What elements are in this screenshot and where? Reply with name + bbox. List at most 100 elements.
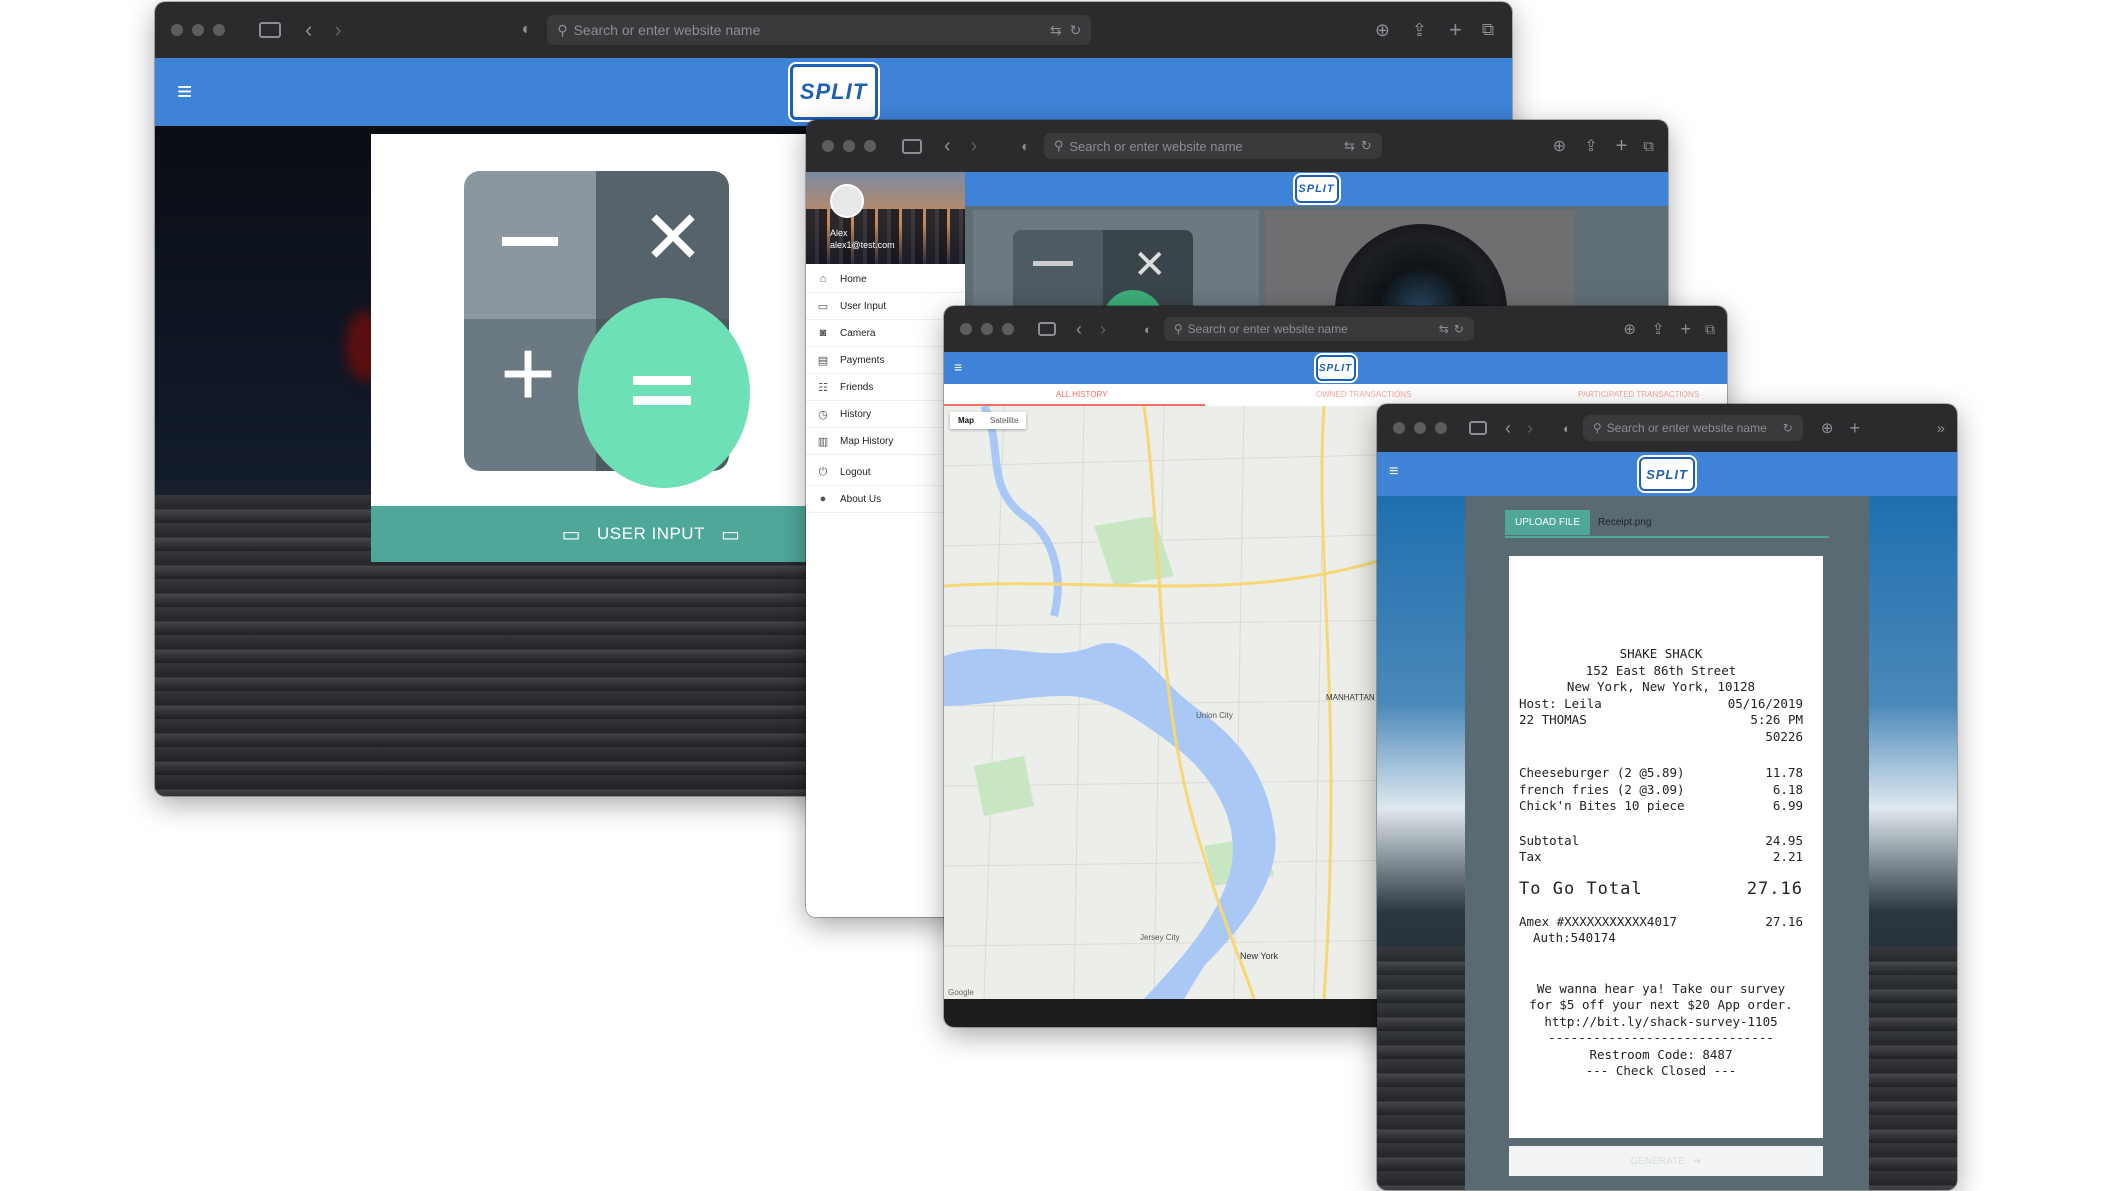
nav-item-label: Friends xyxy=(840,381,874,393)
tabs-overview-icon[interactable]: ⧉ xyxy=(1482,20,1494,40)
receipt-line: 50226 xyxy=(1519,729,1803,746)
receipt-line-value: 5:26 PM xyxy=(1750,712,1803,727)
split-logo[interactable]: SPLIT xyxy=(789,64,878,120)
receipt-line: New York, New York, 10128 xyxy=(1566,679,1756,694)
translate-icon[interactable]: ⇆ xyxy=(1439,322,1449,336)
back-icon[interactable]: ‹ xyxy=(1076,319,1082,340)
url-bar[interactable]: ⚲ Search or enter website name ↻ xyxy=(1582,415,1803,441)
power-icon: ⏻ xyxy=(818,465,828,478)
forward-icon[interactable]: › xyxy=(334,17,341,43)
receipt-line: SHAKE SHACK xyxy=(1619,646,1703,661)
receipt-tax-value: 2.21 xyxy=(1772,849,1803,864)
file-name: Receipt.png xyxy=(1598,516,1652,528)
nav-item-label: Payments xyxy=(840,354,885,366)
browser-toolbar: ‹ › ◐ ⚲ Search or enter website name ⇆ ↻… xyxy=(944,306,1727,352)
nav-item-history[interactable]: ◷ History xyxy=(806,401,965,428)
upload-panel: UPLOAD FILE Receipt.png SHAKE SHACK 152 E… xyxy=(1465,496,1869,1190)
nav-item-user-input[interactable]: ▭ User Input xyxy=(806,293,965,320)
generate-button[interactable]: GENERATE ➜ xyxy=(1509,1146,1823,1176)
nav-item-map-history[interactable]: ▥ Map History xyxy=(806,428,965,455)
url-placeholder: Search or enter website name xyxy=(573,22,761,38)
reload-icon[interactable]: ↻ xyxy=(1454,322,1464,336)
sidebar-icon[interactable] xyxy=(902,138,922,154)
download-icon[interactable]: ⊕ xyxy=(1821,419,1834,437)
nav-item-logout[interactable]: ⏻ Logout xyxy=(806,459,965,486)
reload-icon[interactable]: ↻ xyxy=(1783,421,1793,435)
shield-icon[interactable]: ◐ xyxy=(1563,421,1571,436)
tab-all-history[interactable]: ALL HISTORY xyxy=(1056,390,1107,399)
map-label-jersey-city: Jersey City xyxy=(1140,933,1180,942)
url-bar[interactable]: ⚲ Search or enter website name ⇆ ↻ xyxy=(547,15,1092,45)
nav-item-payments[interactable]: ▤ Payments xyxy=(806,347,965,374)
split-logo[interactable]: SPLIT xyxy=(1315,355,1356,381)
avatar[interactable] xyxy=(830,184,864,218)
browser-toolbar: ‹ › ◐ ⚲ Search or enter website name ⇆ ↻… xyxy=(806,120,1668,172)
receipt-line: Cheeseburger (2 @5.89) 11.78 xyxy=(1519,765,1803,782)
download-icon[interactable]: ⊕ xyxy=(1623,320,1636,338)
hamburger-menu-icon[interactable]: ≡ xyxy=(177,76,192,107)
window-controls[interactable] xyxy=(822,140,876,152)
back-icon[interactable]: ‹ xyxy=(305,17,312,43)
sidebar-icon[interactable] xyxy=(1469,421,1487,435)
tabs-overview-icon[interactable]: ⧉ xyxy=(1705,321,1715,338)
nav-item-about-us[interactable]: ● About Us xyxy=(806,486,965,513)
new-tab-icon[interactable]: + xyxy=(1449,17,1462,43)
reload-icon[interactable]: ↻ xyxy=(1070,22,1082,39)
shield-icon[interactable]: ◐ xyxy=(1021,138,1029,154)
receipt-line-label: Chick'n Bites 10 piece xyxy=(1519,798,1685,813)
receipt-line: Restroom Code: 8487 xyxy=(1589,1046,1733,1062)
google-attribution: Google xyxy=(948,988,974,997)
arrow-icon: ➜ xyxy=(1692,1155,1702,1167)
receipt-line-value: 6.99 xyxy=(1772,798,1803,813)
translate-icon[interactable]: ⇆ xyxy=(1050,22,1062,39)
shield-icon[interactable]: ◐ xyxy=(1144,322,1152,337)
tab-owned-transactions[interactable]: OWNED TRANSACTIONS xyxy=(1316,390,1411,399)
nav-item-home[interactable]: ⌂ Home xyxy=(806,266,965,293)
back-icon[interactable]: ‹ xyxy=(1505,418,1511,439)
url-bar[interactable]: ⚲ Search or enter website name ⇆ ↻ xyxy=(1163,317,1474,341)
tabs-overview-icon[interactable]: ⧉ xyxy=(1643,138,1654,155)
share-icon[interactable]: ⇪ xyxy=(1652,320,1665,338)
split-logo[interactable]: SPLIT xyxy=(1294,175,1339,203)
back-icon[interactable]: ‹ xyxy=(944,135,951,158)
download-icon[interactable]: ⊕ xyxy=(1375,20,1390,41)
url-bar[interactable]: ⚲ Search or enter website name ⇆ ↻ xyxy=(1043,133,1382,159)
forward-icon[interactable]: › xyxy=(971,135,978,158)
reload-icon[interactable]: ↻ xyxy=(1361,138,1372,154)
nav-item-camera[interactable]: ◙ Camera xyxy=(806,320,965,347)
new-tab-icon[interactable]: + xyxy=(1680,319,1691,340)
sidebar-icon[interactable] xyxy=(259,22,281,38)
split-logo[interactable]: SPLIT xyxy=(1639,457,1695,491)
receipt-card: Amex #XXXXXXXXXXX4017 27.16 xyxy=(1519,914,1803,931)
sidebar-icon[interactable] xyxy=(1038,322,1056,336)
receipt-line-value: 11.78 xyxy=(1765,765,1803,780)
upload-file-button[interactable]: UPLOAD FILE xyxy=(1505,509,1591,535)
download-icon[interactable]: ⊕ xyxy=(1553,136,1566,156)
forward-icon[interactable]: › xyxy=(1527,418,1533,439)
new-tab-icon[interactable]: + xyxy=(1616,135,1628,158)
tab-participated-transactions[interactable]: PARTICIPATED TRANSACTIONS xyxy=(1578,390,1699,399)
hamburger-menu-icon[interactable]: ≡ xyxy=(954,359,962,375)
window-controls[interactable] xyxy=(1393,422,1447,434)
nav-item-friends[interactable]: ☷ Friends xyxy=(806,374,965,401)
generate-label: GENERATE xyxy=(1630,1155,1685,1167)
new-tab-icon[interactable]: + xyxy=(1849,418,1860,439)
share-icon[interactable]: ⇪ xyxy=(1412,20,1427,41)
more-icon[interactable]: » xyxy=(1937,420,1945,437)
satellite-button[interactable]: Satellite xyxy=(982,412,1026,429)
translate-icon[interactable]: ⇆ xyxy=(1344,138,1355,154)
forward-icon[interactable]: › xyxy=(1100,319,1106,340)
shield-icon[interactable]: ◐ xyxy=(522,21,532,39)
calculator-icon: ✕ + xyxy=(464,171,750,488)
receipt-image: SHAKE SHACK 152 East 86th Street New York,… xyxy=(1509,556,1823,1138)
receipt-card-label: Amex #XXXXXXXXXXX4017 xyxy=(1519,913,1678,929)
profile-name: Alex xyxy=(830,228,848,238)
receipt-line-label: Host: Leila xyxy=(1519,695,1602,711)
map-button[interactable]: Map xyxy=(950,412,982,429)
window-controls[interactable] xyxy=(960,323,1014,335)
hamburger-menu-icon[interactable]: ≡ xyxy=(1389,463,1398,481)
url-placeholder: Search or enter website name xyxy=(1606,421,1767,435)
window-controls[interactable] xyxy=(171,24,225,36)
nav-item-label: User Input xyxy=(840,300,887,312)
share-icon[interactable]: ⇪ xyxy=(1584,136,1597,156)
